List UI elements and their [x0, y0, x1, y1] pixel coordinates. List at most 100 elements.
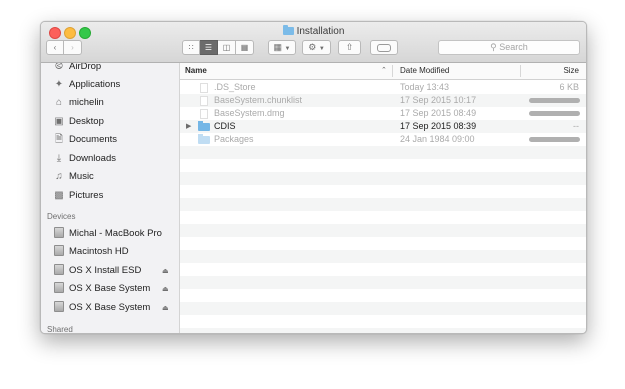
share-button[interactable]: ⇧ [338, 40, 361, 55]
table-row[interactable]: Packages 24 Jan 1984 09:00 [180, 133, 586, 146]
empty-row [180, 302, 586, 315]
empty-row [180, 146, 586, 159]
downloads-icon: ⤓ [56, 153, 62, 164]
file-date: Today 13:43 [400, 82, 450, 92]
sidebar-item-label: OS X Base System [69, 283, 151, 294]
eject-icon[interactable]: ⏏ [162, 304, 169, 312]
empty-row [180, 159, 586, 172]
forward-button[interactable]: › [64, 40, 82, 55]
window-title-text: Installation [296, 26, 345, 37]
file-list: Name ⌃ Date Modified Size .DS_Store Toda… [180, 63, 586, 333]
sidebar-item-applications[interactable]: ✦ Applications [53, 77, 120, 93]
disk-image-icon [54, 282, 64, 293]
window-title: Installation [41, 25, 586, 39]
icon-view-button[interactable]: ∷ [182, 40, 200, 55]
size-placeholder-bar [529, 111, 580, 116]
size-placeholder-bar [529, 98, 580, 103]
eject-icon[interactable]: ⏏ [162, 285, 169, 293]
action-button[interactable]: ⚙ ▼ [302, 40, 331, 55]
navigation-buttons: ‹ › [46, 40, 82, 55]
empty-row [180, 224, 586, 237]
disclosure-triangle-icon[interactable]: ▶ [186, 120, 191, 133]
size-placeholder-bar [529, 137, 580, 142]
laptop-icon [54, 227, 64, 238]
sidebar-item-device[interactable]: Macintosh HD [53, 244, 129, 260]
sidebar-item-device[interactable]: OS X Install ESD [53, 263, 141, 279]
hard-disk-icon [54, 245, 64, 256]
sidebar-item-label: OS X Install ESD [69, 265, 142, 276]
column-view-button[interactable]: ◫ [218, 40, 236, 55]
view-mode-buttons: ∷ ☰ ◫ ▦ [182, 40, 254, 55]
file-name: .DS_Store [214, 82, 256, 92]
file-name: BaseSystem.dmg [214, 108, 285, 118]
music-icon: ♫ [55, 171, 63, 182]
sidebar-item-device[interactable]: Michal - MacBook Pro [53, 226, 162, 242]
sidebar-item-label: Macintosh HD [69, 246, 129, 257]
table-row[interactable]: BaseSystem.chunklist 17 Sep 2015 10:17 [180, 94, 586, 107]
column-header-date-modified[interactable]: Date Modified [400, 66, 449, 75]
sidebar-item-label: Documents [69, 134, 118, 145]
empty-row [180, 237, 586, 250]
search-icon: ⚲ [490, 42, 497, 52]
file-date: 24 Jan 1984 09:00 [400, 134, 475, 144]
table-row[interactable]: ▶ CDIS 17 Sep 2015 08:39 -- [180, 120, 586, 133]
sidebar-item-airdrop[interactable]: ⧀ AirDrop [53, 63, 101, 75]
sidebar-item-label: Desktop [69, 116, 104, 127]
grid-icon: ▦ [273, 42, 283, 52]
file-size: -- [573, 121, 579, 131]
desktop-icon: ▣ [54, 116, 64, 127]
sidebar-item-label: OS X Base System [69, 302, 151, 313]
file-name: CDIS [214, 121, 236, 131]
sidebar-item-pictures[interactable]: ▩ Pictures [53, 188, 103, 204]
column-divider[interactable] [392, 65, 393, 77]
sidebar-item-music[interactable]: ♫ Music [53, 169, 94, 185]
pictures-icon: ▩ [54, 190, 64, 201]
sidebar: ⧀ AirDrop ✦ Applications ⌂ michelin ▣ Deskto… [41, 63, 180, 333]
empty-row [180, 315, 586, 328]
list-view-button[interactable]: ☰ [200, 40, 218, 55]
empty-row [180, 289, 586, 302]
file-size: 6 KB [559, 82, 579, 92]
empty-row [180, 172, 586, 185]
sidebar-item-device[interactable]: OS X Base System [53, 281, 150, 297]
chevron-down-icon: ▼ [284, 46, 291, 52]
back-button[interactable]: ‹ [46, 40, 64, 55]
sidebar-item-label: Music [69, 171, 94, 182]
empty-row [180, 250, 586, 263]
column-divider[interactable] [520, 65, 521, 77]
sidebar-item-device[interactable]: OS X Base System [53, 300, 150, 316]
sidebar-item-label: michelin [69, 97, 104, 108]
sidebar-item-home[interactable]: ⌂ michelin [53, 95, 104, 111]
table-row[interactable]: .DS_Store Today 13:43 6 KB [180, 81, 586, 94]
table-row[interactable]: BaseSystem.dmg 17 Sep 2015 08:49 [180, 107, 586, 120]
chevron-left-icon: ‹ [53, 43, 57, 52]
column-header-size[interactable]: Size [563, 66, 579, 75]
sort-ascending-icon: ⌃ [381, 67, 387, 74]
arrange-button[interactable]: ▦ ▼ [268, 40, 296, 55]
document-icon [200, 109, 208, 119]
folder-icon [198, 134, 210, 144]
disk-image-icon [54, 301, 64, 312]
sidebar-section-devices: Devices [47, 212, 76, 221]
sidebar-item-downloads[interactable]: ⤓ Downloads [53, 151, 116, 167]
empty-row [180, 263, 586, 276]
empty-row [180, 185, 586, 198]
list-view-icon: ☰ [204, 43, 213, 52]
file-date: 17 Sep 2015 10:17 [400, 95, 477, 105]
tag-button[interactable] [370, 40, 398, 55]
eject-icon[interactable]: ⏏ [162, 267, 169, 275]
cover-flow-icon: ▦ [240, 43, 249, 52]
airdrop-icon: ⧀ [55, 63, 63, 72]
sidebar-item-desktop[interactable]: ▣ Desktop [53, 114, 104, 130]
search-field[interactable]: ⚲ Search [438, 40, 580, 55]
sidebar-item-documents[interactable]: 🗎 Documents [53, 132, 117, 148]
empty-row [180, 328, 586, 333]
cover-flow-view-button[interactable]: ▦ [236, 40, 254, 55]
icon-view-icon: ∷ [188, 43, 194, 52]
document-icon [200, 96, 208, 106]
tag-icon [377, 43, 391, 52]
column-header-name[interactable]: Name [185, 66, 207, 75]
disk-image-icon [54, 264, 64, 275]
chevron-down-icon: ▼ [318, 46, 325, 52]
folder-icon [282, 25, 294, 35]
